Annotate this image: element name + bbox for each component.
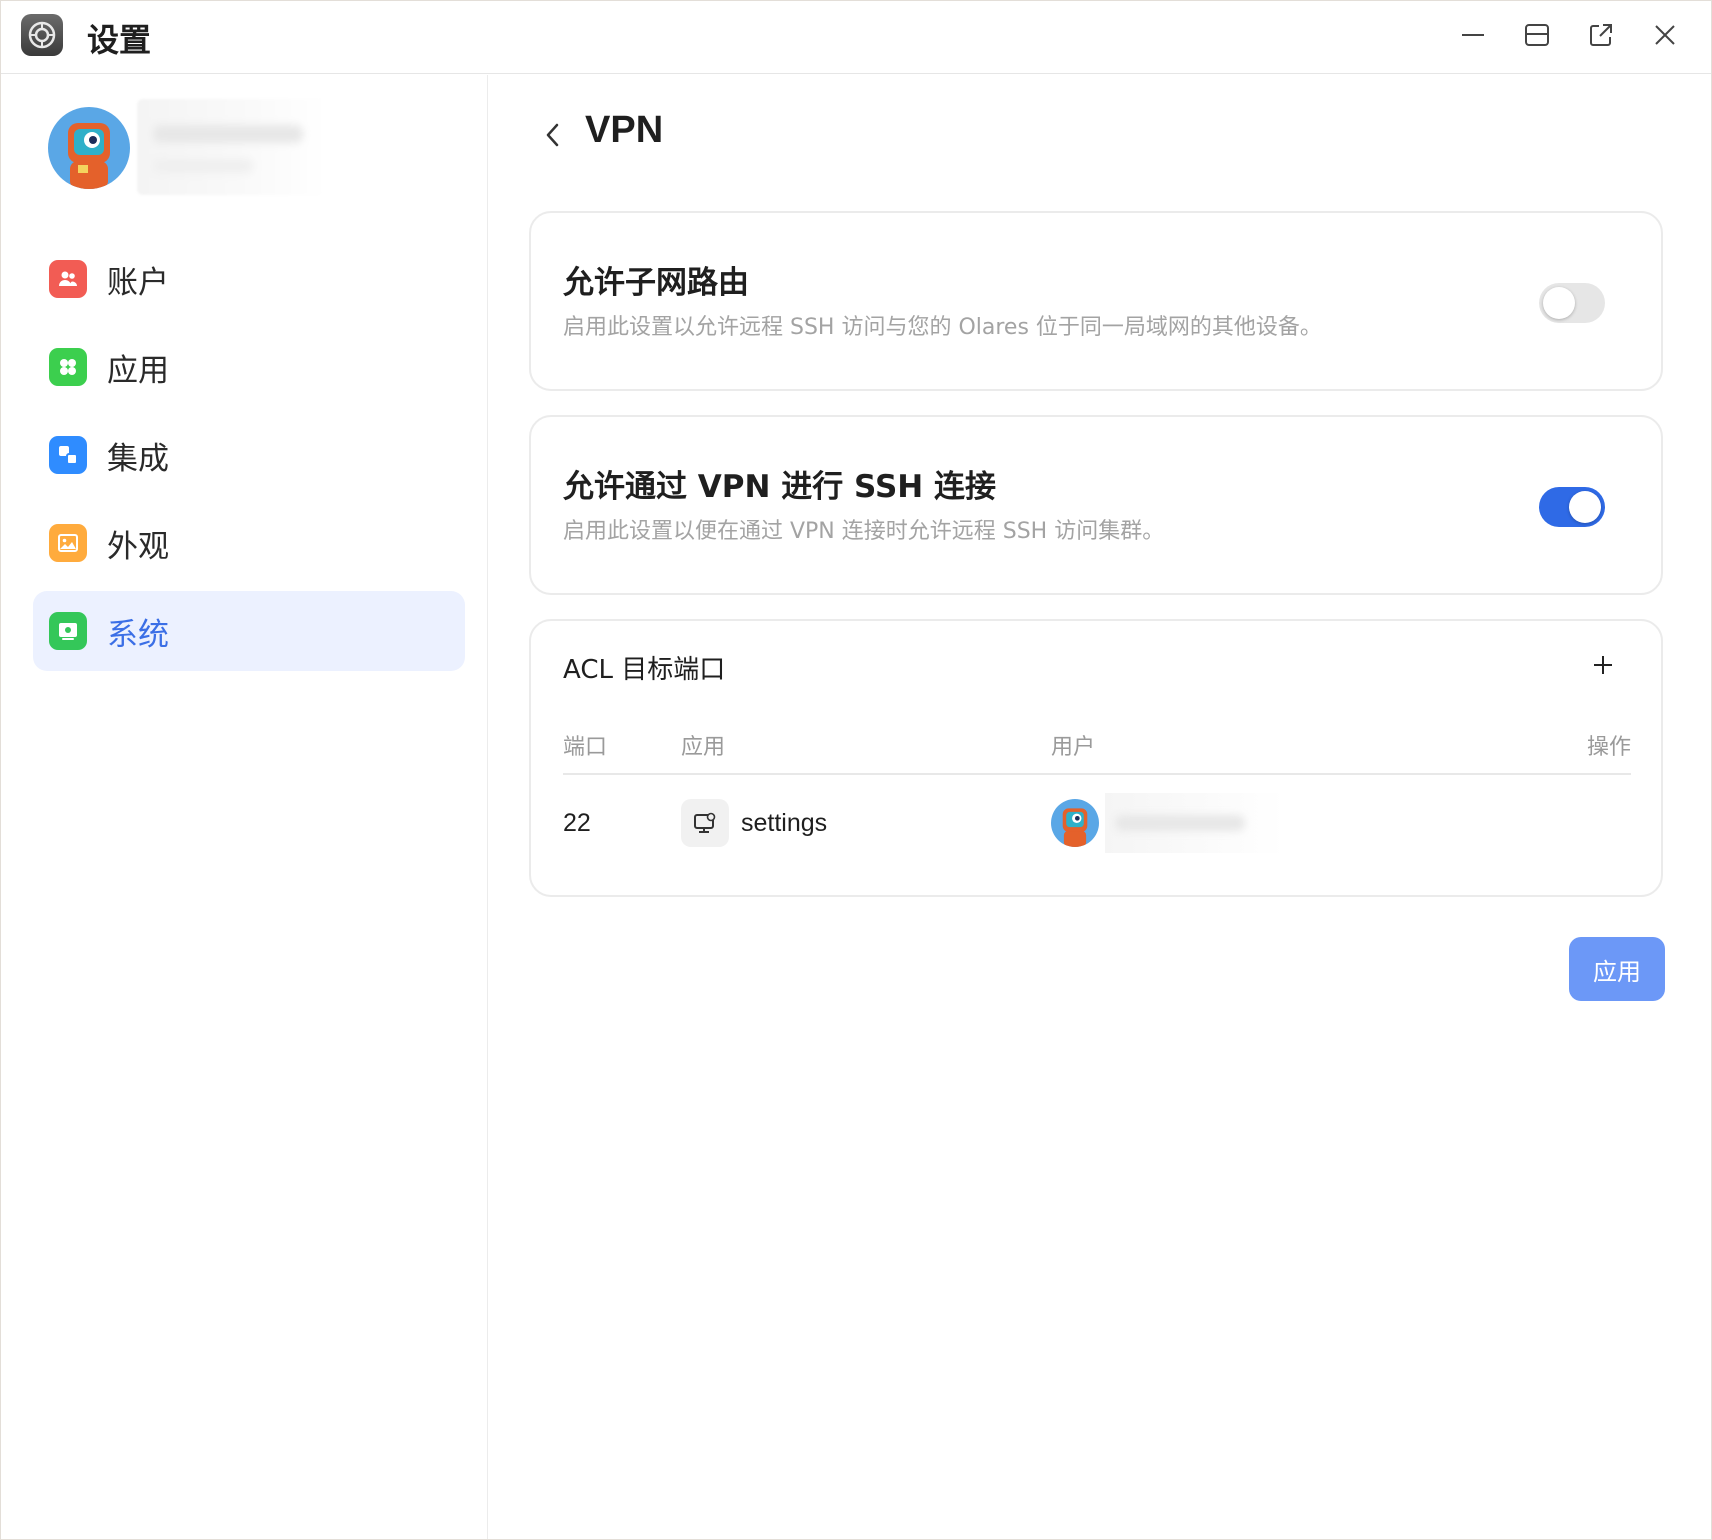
sidebar-item-appearance[interactable]: 外观 xyxy=(33,503,465,583)
sidebar-item-system[interactable]: 系统 xyxy=(33,591,465,671)
settings-window: 设置 账户 应用 集成 外观 系统 VPN 允许子网路由 启用此设置以允许远程 … xyxy=(0,0,1712,1540)
sidebar-item-apps[interactable]: 应用 xyxy=(33,327,465,407)
subnet-routing-description: 启用此设置以允许远程 SSH 访问与您的 Olares 位于同一局域网的其他设备… xyxy=(563,315,1322,340)
sidebar-item-label: 集成 xyxy=(107,440,169,477)
main-content: VPN 允许子网路由 启用此设置以允许远程 SSH 访问与您的 Olares 位… xyxy=(489,75,1711,1539)
back-button[interactable] xyxy=(533,115,573,155)
apps-icon xyxy=(49,348,87,386)
apply-button[interactable]: 应用 xyxy=(1569,937,1665,1001)
ssh-over-vpn-description: 启用此设置以便在通过 VPN 连接时允许远程 SSH 访问集群。 xyxy=(563,519,1165,544)
app-cell: settings xyxy=(741,809,828,837)
ssh-over-vpn-card: 允许通过 VPN 进行 SSH 连接 启用此设置以便在通过 VPN 连接时允许远… xyxy=(529,415,1663,595)
column-header-user: 用户 xyxy=(1051,735,1096,760)
column-header-port: 端口 xyxy=(563,735,608,760)
acl-title: ACL 目标端口 xyxy=(563,655,726,685)
sidebar: 账户 应用 集成 外观 系统 xyxy=(1,75,488,1539)
close-icon[interactable] xyxy=(1645,15,1685,55)
acl-card: ACL 目标端口 端口 应用 用户 操作 22 settings xyxy=(529,619,1663,897)
sidebar-item-label: 账户 xyxy=(107,264,169,301)
sidebar-item-accounts[interactable]: 账户 xyxy=(33,239,465,319)
maximize-icon[interactable] xyxy=(1517,15,1557,55)
avatar[interactable] xyxy=(48,107,130,189)
user-name-blurred xyxy=(1105,793,1285,853)
sidebar-item-label: 外观 xyxy=(107,528,169,565)
subnet-routing-toggle[interactable] xyxy=(1539,283,1605,323)
sidebar-item-label: 系统 xyxy=(107,616,169,653)
ssh-over-vpn-title: 允许通过 VPN 进行 SSH 连接 xyxy=(563,469,997,505)
system-icon xyxy=(49,612,87,650)
chevron-left-icon xyxy=(546,123,559,147)
minimize-icon[interactable] xyxy=(1453,15,1493,55)
column-header-app: 应用 xyxy=(681,735,726,760)
subnet-routing-title: 允许子网路由 xyxy=(563,265,749,301)
settings-app-icon xyxy=(21,14,63,56)
accounts-icon xyxy=(49,260,87,298)
appearance-icon xyxy=(49,524,87,562)
settings-app-icon xyxy=(681,799,729,847)
open-external-icon[interactable] xyxy=(1581,15,1621,55)
add-port-button[interactable] xyxy=(1585,647,1621,683)
port-cell: 22 xyxy=(563,809,591,837)
table-divider xyxy=(563,773,1631,775)
user-avatar xyxy=(1051,799,1099,847)
subnet-routing-card: 允许子网路由 启用此设置以允许远程 SSH 访问与您的 Olares 位于同一局… xyxy=(529,211,1663,391)
ssh-over-vpn-toggle[interactable] xyxy=(1539,487,1605,527)
column-header-actions: 操作 xyxy=(1586,735,1631,760)
window-title: 设置 xyxy=(87,21,152,59)
username-blurred xyxy=(137,99,327,195)
plus-icon xyxy=(1594,656,1612,674)
page-title: VPN xyxy=(585,109,664,151)
integration-icon xyxy=(49,436,87,474)
title-bar: 设置 xyxy=(1,1,1711,74)
sidebar-item-label: 应用 xyxy=(107,352,169,389)
sidebar-item-integration[interactable]: 集成 xyxy=(33,415,465,495)
